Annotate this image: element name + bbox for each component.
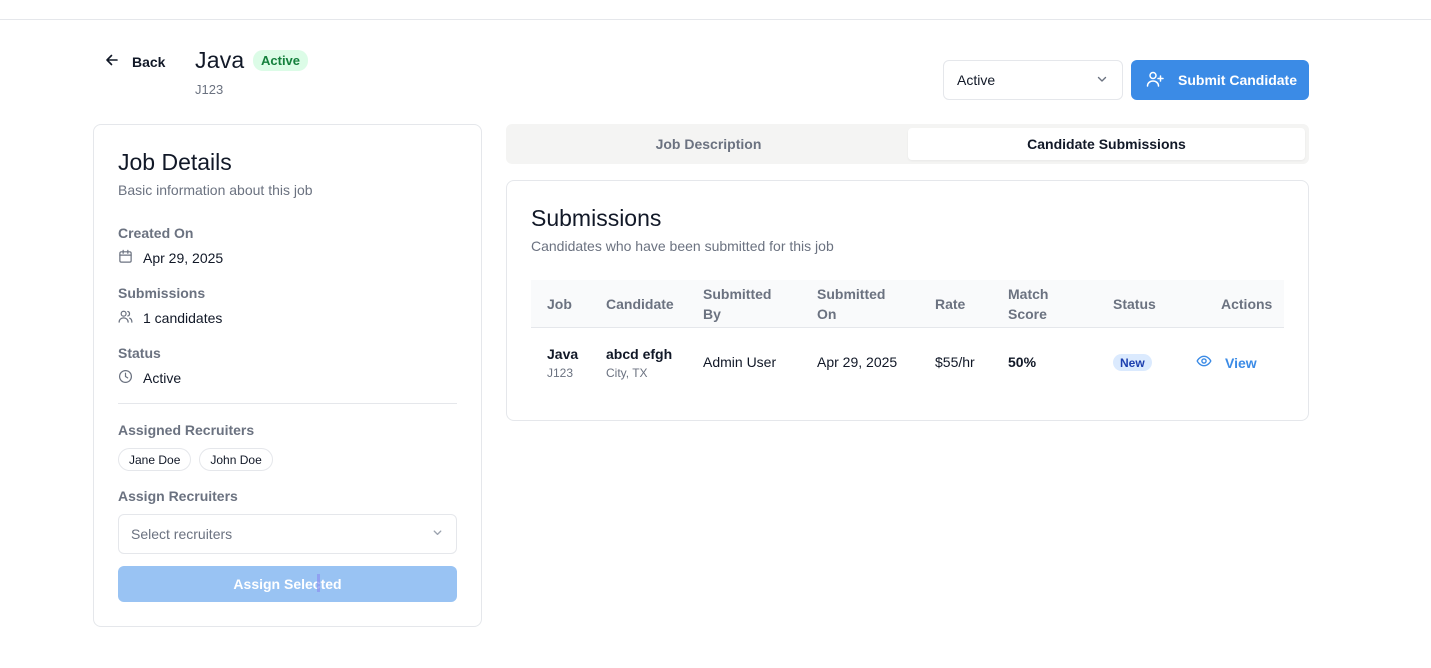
job-status-select-value: Active [957, 72, 996, 88]
users-icon [118, 309, 133, 327]
status-badge-new: New [1113, 354, 1152, 371]
job-details-title: Job Details [118, 149, 232, 175]
back-button[interactable]: Back [104, 52, 165, 72]
job-status-select[interactable]: Active [943, 60, 1123, 100]
status-value: Active [118, 369, 181, 387]
cell-submitted-by: Admin User [703, 354, 777, 370]
submissions-value: 1 candidates [118, 309, 222, 327]
table-row: Java J123 abcd efgh City, TX Admin User … [531, 328, 1284, 396]
recruiter-chip: John Doe [199, 448, 273, 471]
cell-match-score: 50% [1008, 354, 1037, 370]
assign-selected-button[interactable]: Assign Selected [118, 566, 457, 602]
assign-recruiters-label: Assign Recruiters [118, 488, 238, 504]
cell-candidate: abcd efgh [606, 346, 673, 362]
status-label: Status [118, 345, 161, 361]
job-code: J123 [195, 82, 224, 97]
job-details-card: Job Details Basic information about this… [93, 124, 482, 627]
view-submission-button[interactable]: View [1196, 353, 1257, 372]
back-label: Back [132, 54, 166, 70]
column-header-submitted-by: Submitted By [703, 286, 772, 322]
column-header-job: Job [547, 296, 572, 312]
chevron-down-icon [1095, 72, 1109, 89]
top-divider [0, 19, 1431, 20]
created-on-value: Apr 29, 2025 [118, 249, 223, 267]
cell-rate: $55/hr [935, 354, 975, 370]
column-header-match-score: Match Score [1008, 286, 1049, 322]
user-plus-icon [1146, 70, 1164, 91]
column-header-candidate: Candidate [606, 296, 674, 312]
submissions-count-text: 1 candidates [143, 310, 223, 326]
tab-job-description[interactable]: Job Description [510, 128, 907, 160]
submissions-card: Submissions Candidates who have been sub… [506, 180, 1309, 421]
view-label: View [1225, 354, 1257, 371]
recruiter-select-placeholder: Select recruiters [131, 526, 233, 542]
arrow-left-icon [104, 52, 120, 73]
text-cursor [317, 574, 320, 592]
created-on-text: Apr 29, 2025 [143, 250, 224, 266]
submissions-label: Submissions [118, 285, 206, 301]
column-header-status: Status [1113, 296, 1156, 312]
submit-candidate-button[interactable]: Submit Candidate [1131, 60, 1309, 100]
job-details-subtitle: Basic information about this job [118, 182, 313, 198]
calendar-icon [118, 249, 133, 267]
submit-candidate-label: Submit Candidate [1178, 72, 1298, 88]
assigned-recruiters-list: Jane Doe John Doe [118, 448, 273, 471]
cell-job: Java [547, 346, 579, 362]
recruiter-chip: Jane Doe [118, 448, 192, 471]
submissions-title: Submissions [531, 205, 662, 231]
section-divider [118, 403, 457, 404]
status-text: Active [143, 370, 182, 386]
status-badge: Active [253, 50, 309, 71]
column-header-submitted-on: Submitted On [817, 286, 886, 322]
chevron-down-icon [431, 526, 444, 542]
column-header-rate: Rate [935, 296, 966, 312]
page-title: Java [195, 47, 245, 73]
cell-job-code: J123 [547, 366, 574, 380]
created-on-label: Created On [118, 225, 194, 241]
cell-submitted-on: Apr 29, 2025 [817, 354, 898, 370]
assigned-recruiters-label: Assigned Recruiters [118, 422, 255, 438]
tab-list: Job Description Candidate Submissions [506, 124, 1309, 164]
submissions-subtitle: Candidates who have been submitted for t… [531, 238, 834, 254]
cell-location: City, TX [606, 366, 648, 380]
recruiter-select[interactable]: Select recruiters [118, 514, 457, 554]
tab-candidate-submissions[interactable]: Candidate Submissions [908, 128, 1305, 160]
clock-icon [118, 369, 133, 387]
column-header-actions: Actions [1221, 296, 1273, 312]
table-header: Job Candidate Submitted By Submitted On … [531, 280, 1284, 328]
eye-icon [1196, 353, 1212, 372]
